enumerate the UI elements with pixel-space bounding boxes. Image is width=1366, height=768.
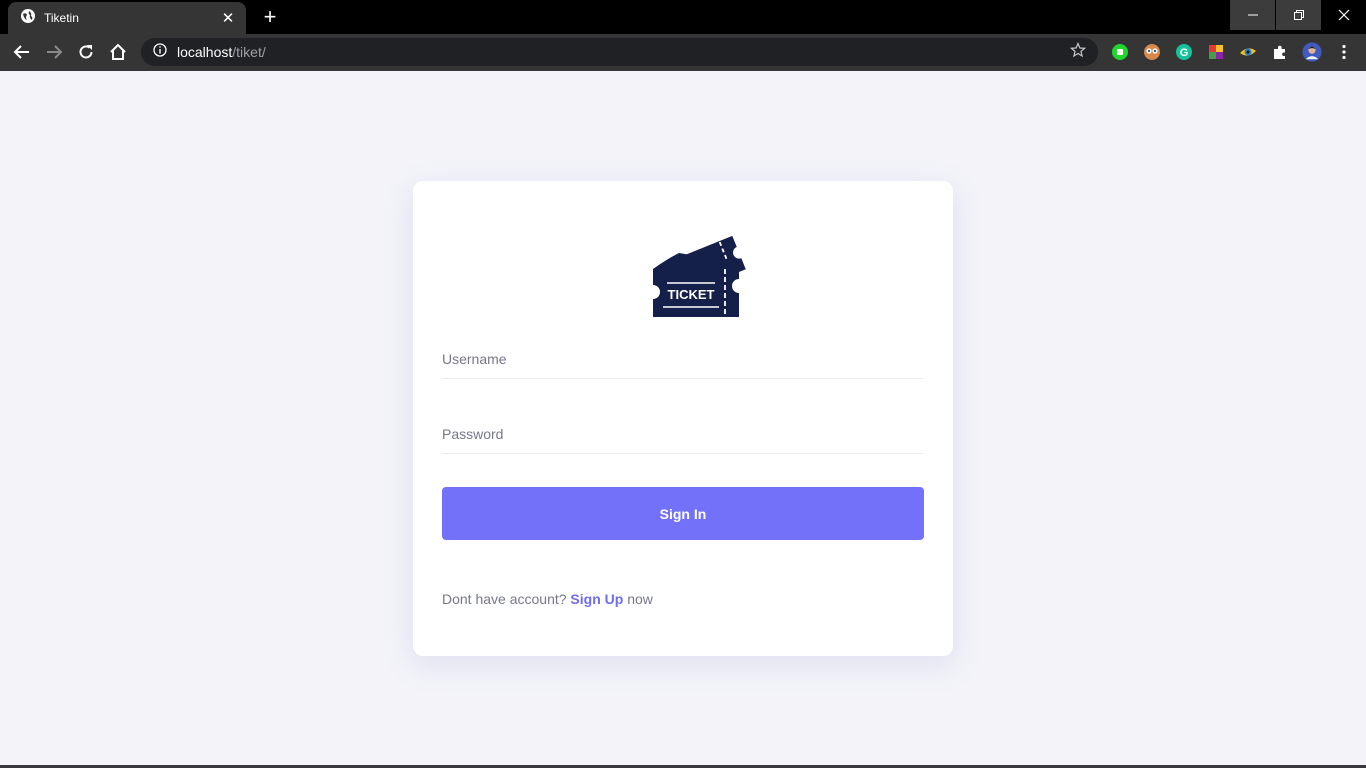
login-card: KET TICKET Sign In Dont have account? Si…: [413, 181, 953, 656]
menu-icon[interactable]: [1334, 42, 1354, 62]
home-icon[interactable]: [106, 40, 130, 64]
restore-button[interactable]: [1276, 0, 1321, 30]
sign-in-button[interactable]: Sign In: [442, 487, 924, 540]
url-host: localhost: [177, 44, 233, 60]
green-extension-icon[interactable]: [1110, 42, 1130, 62]
multicolor-extension-icon[interactable]: [1206, 42, 1226, 62]
browser-tab-bar: Tiketin ✕ +: [0, 0, 1366, 34]
forward-icon[interactable]: [42, 40, 66, 64]
puzzle-icon[interactable]: [1270, 42, 1290, 62]
sign-up-link[interactable]: Sign Up: [570, 591, 623, 607]
close-window-button[interactable]: [1321, 0, 1366, 30]
logo-text: TICKET: [668, 287, 715, 302]
reload-icon[interactable]: [74, 40, 98, 64]
grammarly-icon[interactable]: G: [1174, 42, 1194, 62]
address-bar[interactable]: localhost/tiket/: [141, 38, 1098, 66]
signup-prompt-suffix: now: [627, 591, 653, 607]
window-controls: [1230, 0, 1366, 30]
star-icon[interactable]: [1069, 41, 1087, 63]
new-tab-button[interactable]: +: [256, 4, 284, 29]
browser-toolbar: localhost/tiket/ G: [0, 34, 1366, 71]
eye-extension-icon[interactable]: [1238, 42, 1258, 62]
globe-icon: [20, 8, 36, 29]
password-input[interactable]: [442, 414, 924, 454]
avatar[interactable]: [1302, 42, 1322, 62]
owl-extension-icon[interactable]: [1142, 42, 1162, 62]
browser-tab[interactable]: Tiketin ✕: [8, 2, 246, 34]
username-input[interactable]: [442, 339, 924, 379]
minimize-button[interactable]: [1230, 0, 1275, 30]
signup-prompt: Dont have account? Sign Up now: [442, 591, 653, 607]
tab-title: Tiketin: [44, 11, 79, 25]
svg-text:G: G: [1180, 47, 1189, 59]
info-icon[interactable]: [153, 42, 167, 62]
signup-prompt-prefix: Dont have account?: [442, 591, 567, 607]
ticket-logo: KET TICKET: [639, 229, 751, 325]
tab-close-icon[interactable]: ✕: [220, 9, 236, 27]
url-text: localhost/tiket/: [177, 44, 1070, 60]
back-icon[interactable]: [10, 40, 34, 64]
url-path: /tiket/: [232, 44, 266, 60]
